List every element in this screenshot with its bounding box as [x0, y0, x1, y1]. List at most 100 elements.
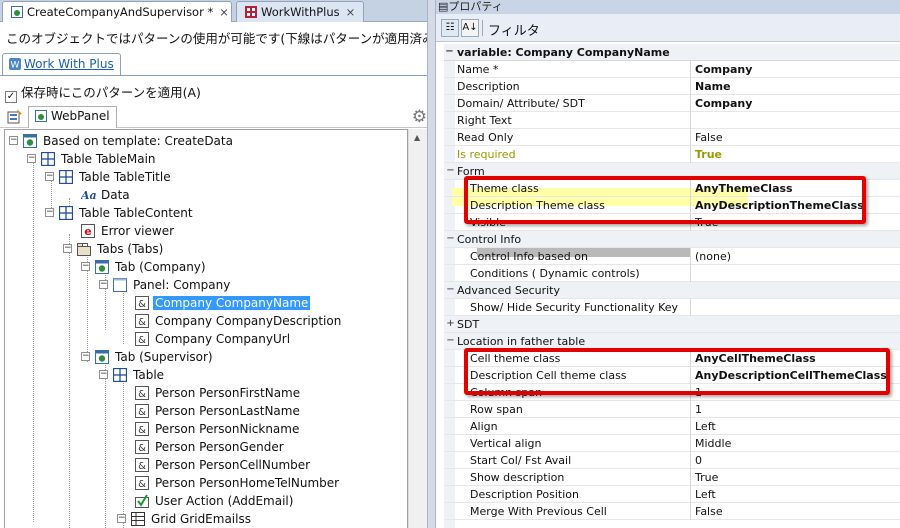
- collapse-icon[interactable]: −: [45, 172, 54, 181]
- property-row[interactable]: Name * Company: [444, 61, 900, 78]
- tree-node-attribute[interactable]: & Person PersonHomeTelNumber: [135, 474, 341, 492]
- tree-node-tabs[interactable]: − Tabs (Tabs): [63, 240, 165, 258]
- apply-checkbox[interactable]: ✓: [5, 91, 17, 103]
- tree-node-table[interactable]: − Table TableContent: [45, 204, 195, 222]
- property-row[interactable]: Start Col/ Fst Avail 0: [444, 452, 900, 469]
- property-row[interactable]: Conditions ( Dynamic controls): [444, 265, 900, 282]
- property-name: Control Info based on: [470, 250, 588, 263]
- tree-node-table[interactable]: − Table TableMain: [27, 150, 158, 168]
- property-row[interactable]: Control Info based on (none): [444, 248, 900, 265]
- property-value[interactable]: True: [690, 146, 900, 163]
- collapse-icon[interactable]: −: [81, 262, 90, 271]
- tree-node-attribute[interactable]: & Person PersonNickname: [135, 420, 301, 438]
- property-value[interactable]: Left: [690, 418, 900, 435]
- sort-alpha-icon[interactable]: A↓: [461, 19, 479, 37]
- property-row[interactable]: Is required True: [444, 146, 900, 163]
- collapse-icon[interactable]: −: [9, 136, 18, 145]
- property-value[interactable]: False: [690, 129, 900, 146]
- collapse-icon[interactable]: −: [27, 154, 36, 163]
- tree-node-tab[interactable]: − Tab (Supervisor): [81, 348, 215, 366]
- tree-node-attribute[interactable]: & Person PersonLastName: [135, 402, 302, 420]
- close-icon[interactable]: ×: [219, 5, 229, 19]
- property-value[interactable]: [690, 265, 900, 282]
- property-value[interactable]: (none): [690, 248, 900, 265]
- property-row[interactable]: Row span 1: [444, 401, 900, 418]
- tree-node-tab[interactable]: − Tab (Company): [81, 258, 208, 276]
- tree-node-attribute[interactable]: & Person PersonGender: [135, 438, 286, 456]
- property-name: SDT: [457, 318, 480, 331]
- tree-node-attribute[interactable]: & Company CompanyUrl: [135, 330, 292, 348]
- collapse-icon[interactable]: −: [446, 234, 455, 244]
- property-category[interactable]: − Control Info: [444, 231, 900, 248]
- filter-button[interactable]: フィルタ: [488, 20, 540, 39]
- collapse-icon[interactable]: −: [446, 285, 455, 295]
- tree-node-attribute[interactable]: & Person PersonCellNumber: [135, 456, 312, 474]
- property-value[interactable]: [690, 299, 900, 316]
- property-value[interactable]: [690, 112, 900, 129]
- webpanel-icon: [35, 110, 47, 122]
- collapse-icon[interactable]: −: [63, 244, 72, 253]
- property-value[interactable]: True: [690, 469, 900, 486]
- tree-node-template[interactable]: − Based on template: CreateData: [9, 132, 235, 150]
- property-row[interactable]: Align Left: [444, 418, 900, 435]
- gear-icon[interactable]: ⚙: [412, 107, 427, 127]
- property-value[interactable]: Company: [690, 95, 900, 112]
- pattern-tree: − Based on template: CreateData − Table …: [4, 129, 408, 528]
- property-category[interactable]: − Advanced Security: [444, 282, 900, 299]
- tab-webpanel[interactable]: WebPanel: [28, 106, 117, 128]
- property-value[interactable]: Company: [690, 61, 900, 78]
- tree-node-table[interactable]: − Table TableTitle: [45, 168, 173, 186]
- svg-text:&: &: [138, 299, 146, 310]
- tree-node-table[interactable]: − Table: [99, 366, 166, 384]
- property-row[interactable]: Right Text: [444, 112, 900, 129]
- property-name: Control Info: [457, 233, 522, 246]
- property-row[interactable]: Merge With Previous Cell False: [444, 503, 900, 520]
- tab-workwithplus[interactable]: WorkWithPlus ×: [236, 1, 364, 22]
- collapse-icon[interactable]: −: [45, 208, 54, 217]
- tree-node-attribute[interactable]: & Company CompanyName: [135, 294, 311, 312]
- collapse-icon[interactable]: −: [99, 280, 108, 289]
- property-category[interactable]: + SDT: [444, 316, 900, 333]
- pane-splitter[interactable]: [427, 0, 436, 528]
- tree-node-panel[interactable]: − Panel: Company: [99, 276, 232, 294]
- scroll-up-icon[interactable]: ▲: [414, 133, 420, 142]
- property-row[interactable]: Description Position Left: [444, 486, 900, 503]
- property-row[interactable]: Description Name: [444, 78, 900, 95]
- collapse-icon[interactable]: −: [445, 47, 454, 57]
- property-value[interactable]: 0: [690, 452, 900, 469]
- tree-node-textblock[interactable]: Aa Data: [80, 186, 132, 204]
- expand-icon[interactable]: +: [446, 319, 455, 329]
- tree-scrollbar[interactable]: ▲: [408, 129, 427, 528]
- property-value[interactable]: Name: [690, 78, 900, 95]
- property-row[interactable]: Read Only False: [444, 129, 900, 146]
- tree-node-error-viewer[interactable]: e Error viewer: [81, 222, 176, 240]
- collapse-icon[interactable]: −: [446, 336, 455, 346]
- apply-pattern-on-save[interactable]: ✓ 保存時にこのパターンを適用(A): [5, 82, 201, 103]
- property-row[interactable]: Show description True: [444, 469, 900, 486]
- property-value[interactable]: Middle: [690, 435, 900, 452]
- property-value[interactable]: False: [690, 503, 900, 520]
- tab-create-company-and-supervisor[interactable]: CreateCompanyAndSupervisor * ×: [2, 1, 232, 23]
- property-row[interactable]: Show/ Hide Security Functionality Key: [444, 299, 900, 316]
- properties-icon[interactable]: [7, 108, 23, 124]
- tab-work-with-plus[interactable]: W Work With Plus: [2, 53, 121, 75]
- tree-line: [33, 162, 34, 522]
- property-row[interactable]: Vertical align Middle: [444, 435, 900, 452]
- tree-node-attribute[interactable]: & Person PersonFirstName: [135, 384, 302, 402]
- tree-node-attribute[interactable]: & Company CompanyDescription: [135, 312, 343, 330]
- property-value[interactable]: Left: [690, 486, 900, 503]
- panel-icon: [113, 278, 127, 292]
- collapse-icon[interactable]: −: [117, 514, 126, 523]
- categorized-view-icon[interactable]: ☷: [441, 19, 459, 37]
- collapse-icon[interactable]: −: [81, 352, 90, 361]
- property-value[interactable]: 1: [690, 401, 900, 418]
- tree-line: [123, 378, 124, 528]
- property-row[interactable]: Domain/ Attribute/ SDT Company: [444, 95, 900, 112]
- collapse-icon[interactable]: −: [99, 370, 108, 379]
- svg-text:&: &: [138, 389, 146, 400]
- collapse-icon[interactable]: −: [446, 166, 455, 176]
- tree-node-grid[interactable]: − Grid GridEmailss: [117, 510, 253, 528]
- close-icon[interactable]: ×: [346, 5, 356, 19]
- properties-pane: ▤プロパティ ☷ A↓ フィルタ − variable: Company Comp…: [436, 0, 900, 528]
- tree-node-user-action[interactable]: User Action (AddEmail): [135, 492, 295, 510]
